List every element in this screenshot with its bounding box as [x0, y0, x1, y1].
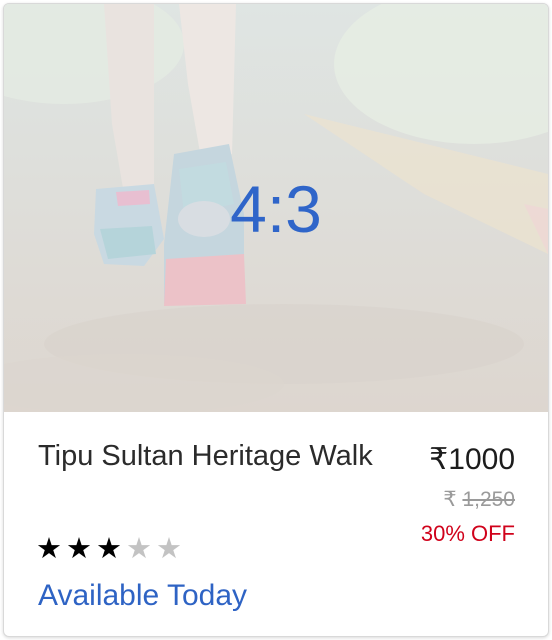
currency-symbol: ₹	[443, 488, 457, 511]
discount-badge: 30% OFF	[420, 521, 515, 546]
star-filled-icon: ★	[96, 533, 122, 565]
event-title[interactable]: Tipu Sultan Heritage Walk	[38, 436, 388, 477]
availability-link[interactable]: Available Today	[38, 575, 247, 617]
original-price-amount: 1,250	[462, 488, 515, 511]
aspect-ratio-label: 4:3	[230, 172, 322, 246]
rating-stars: ★ ★ ★ ★ ★	[36, 529, 186, 569]
original-price: ₹ 1,250	[443, 486, 515, 514]
star-empty-icon: ★	[126, 533, 152, 565]
event-card[interactable]: 4:3 Tipu Sultan Heritage Walk ★ ★ ★ ★ ★ Avai…	[3, 3, 549, 637]
star-filled-icon: ★	[36, 533, 62, 565]
event-image[interactable]: 4:3	[4, 4, 548, 412]
star-filled-icon: ★	[66, 533, 92, 565]
current-price: ₹1000	[429, 443, 515, 476]
star-empty-icon: ★	[156, 533, 182, 565]
